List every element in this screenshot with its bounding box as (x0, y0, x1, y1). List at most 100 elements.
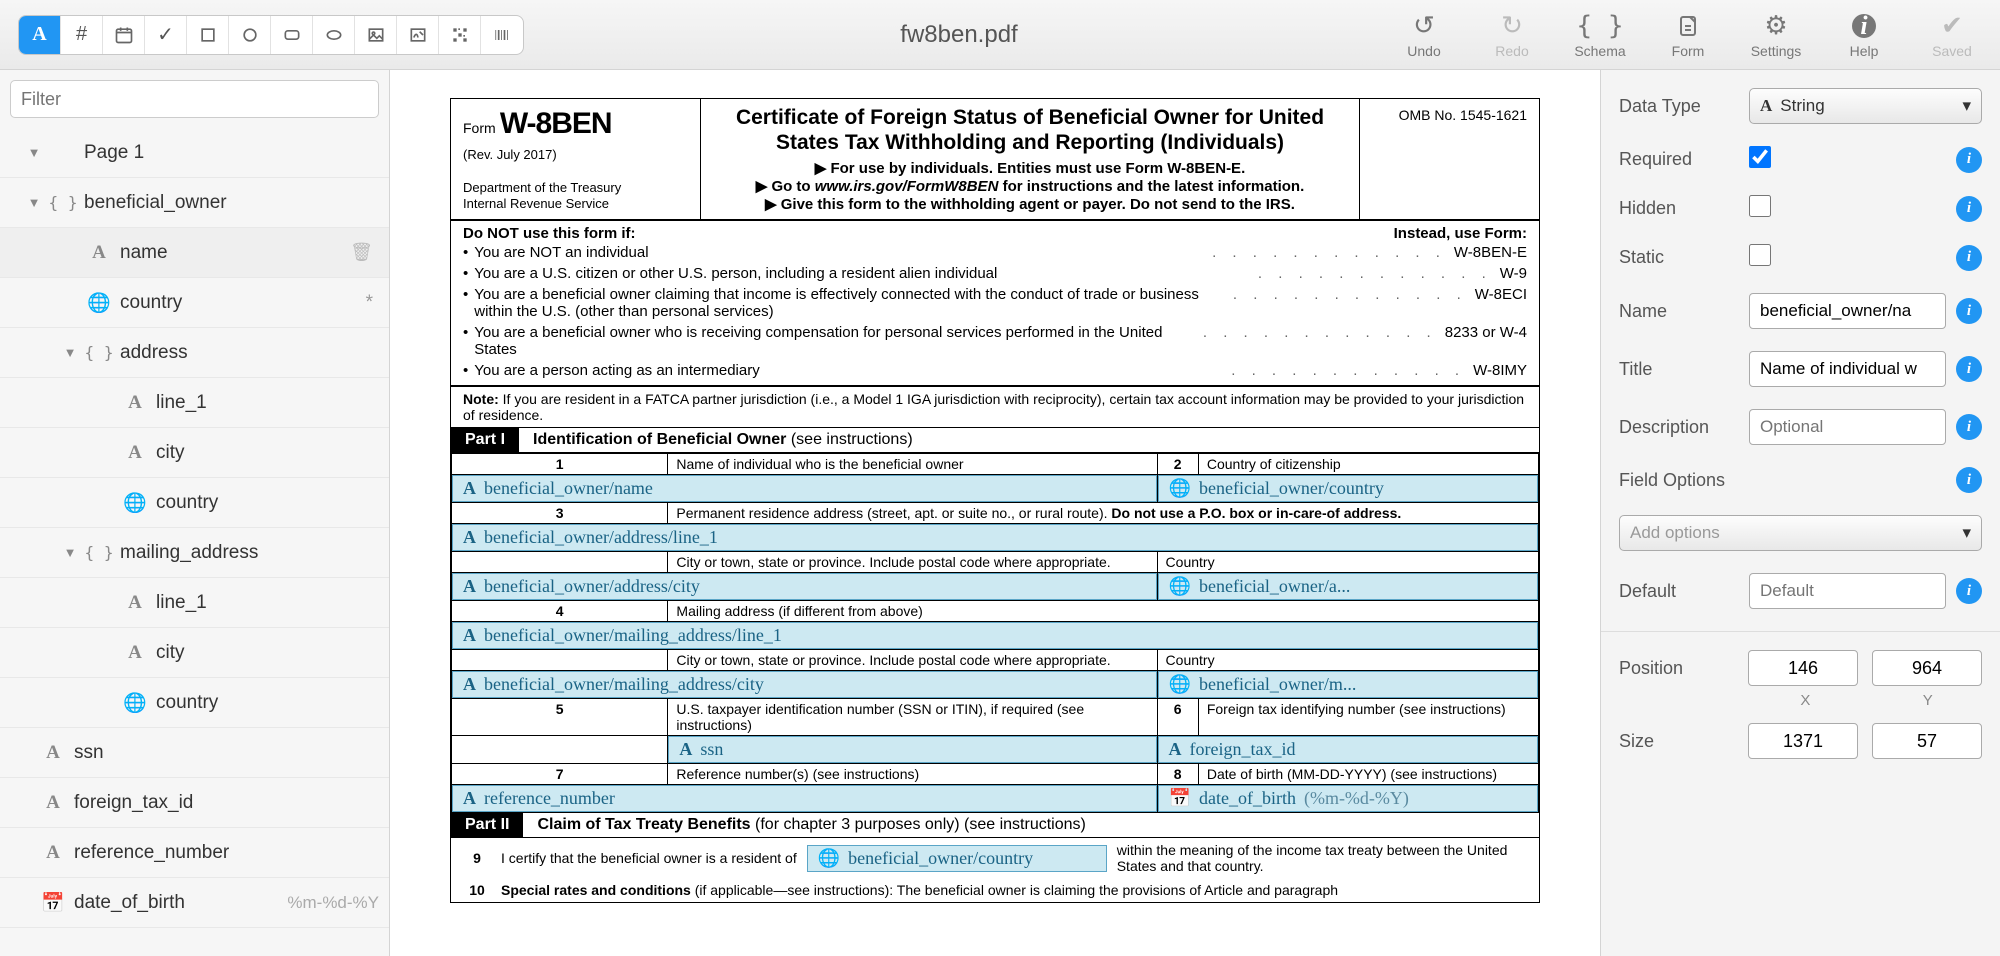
field-mail-city[interactable]: Abeneficial_owner/mailing_address/city (452, 671, 1157, 698)
tree-row-country[interactable]: 🌐country* (0, 278, 389, 328)
field-ssn[interactable]: Assn (668, 736, 1156, 763)
tree-row-name[interactable]: Aname🗑 (0, 228, 389, 278)
data-type-select[interactable]: AString▾ (1749, 88, 1982, 124)
default-input[interactable] (1749, 573, 1946, 609)
options-select[interactable]: Add options▾ (1619, 515, 1982, 551)
type-string-button[interactable]: A (19, 16, 61, 54)
tree-row-city[interactable]: Acity (0, 428, 389, 478)
data-type-label: Data Type (1619, 96, 1739, 117)
do-not-use-label: Do NOT use this form if: (463, 225, 636, 242)
static-checkbox[interactable] (1749, 244, 1771, 266)
hidden-checkbox[interactable] (1749, 195, 1771, 217)
tree-row-mailing_address[interactable]: ▼mailing_address (0, 528, 389, 578)
info-icon[interactable]: i (1956, 298, 1982, 324)
filter-input[interactable] (10, 80, 379, 118)
tree-row-address[interactable]: ▼address (0, 328, 389, 378)
form-dept: Department of the TreasuryInternal Reven… (463, 180, 688, 211)
info-icon[interactable]: i (1956, 414, 1982, 440)
undo-button[interactable]: ↺Undo (1394, 11, 1454, 59)
pos-y-input[interactable] (1872, 650, 1982, 686)
field-ref[interactable]: Areference_number (452, 785, 1157, 812)
tree-row-ssn[interactable]: Assn (0, 728, 389, 778)
tree-row-line_1[interactable]: Aline_1 (0, 578, 389, 628)
tree-row-date_of_birth[interactable]: 📅date_of_birth%m-%d-%Y (0, 878, 389, 928)
form-preview: Form W-8BEN (Rev. July 2017) Department … (450, 98, 1540, 903)
field-name[interactable]: Abeneficial_owner/name (452, 475, 1157, 502)
size-h-input[interactable] (1872, 723, 1982, 759)
field-addr-line1[interactable]: Abeneficial_owner/address/line_1 (452, 524, 1538, 551)
string-icon: A (463, 576, 476, 597)
form-sub2: ▶ Go to www.irs.gov/FormW8BEN for instru… (711, 177, 1349, 195)
note-block: Note: If you are resident in a FATCA par… (451, 387, 1539, 428)
string-icon: A (1169, 739, 1182, 760)
type-image-button[interactable] (355, 16, 397, 54)
tree-row-reference_number[interactable]: Areference_number (0, 828, 389, 878)
info-icon[interactable]: i (1956, 356, 1982, 382)
info-icon[interactable]: i (1956, 245, 1982, 271)
tree-row-country[interactable]: 🌐country (0, 678, 389, 728)
help-button[interactable]: iHelp (1834, 11, 1894, 59)
info-icon[interactable]: i (1956, 467, 1982, 493)
required-checkbox[interactable] (1749, 146, 1771, 168)
field-dob[interactable]: 📅date_of_birth (%m-%d-%Y) (1158, 785, 1538, 812)
type-square-button[interactable] (187, 16, 229, 54)
document-canvas[interactable]: Form W-8BEN (Rev. July 2017) Department … (390, 70, 1600, 956)
tree-row-foreign_tax_id[interactable]: Aforeign_tax_id (0, 778, 389, 828)
type-check-button[interactable]: ✓ (145, 16, 187, 54)
tree-row-Page 1[interactable]: ▼Page 1 (0, 128, 389, 178)
tree-row-city[interactable]: Acity (0, 628, 389, 678)
string-icon: A (679, 739, 692, 760)
type-ellipse-button[interactable] (313, 16, 355, 54)
field-addr-country[interactable]: 🌐beneficial_owner/a... (1158, 573, 1538, 600)
type-circle-button[interactable] (229, 16, 271, 54)
title-input[interactable] (1749, 351, 1946, 387)
type-rounded-button[interactable] (271, 16, 313, 54)
default-label: Default (1619, 581, 1739, 602)
barcode-icon (492, 25, 512, 45)
redo-button[interactable]: ↻Redo (1482, 11, 1542, 59)
schema-button[interactable]: { }Schema (1570, 11, 1630, 59)
name-input[interactable] (1749, 293, 1946, 329)
gear-icon: ⚙ (1764, 11, 1787, 41)
tree-row-line_1[interactable]: Aline_1 (0, 378, 389, 428)
tree-row-beneficial_owner[interactable]: ▼beneficial_owner (0, 178, 389, 228)
info-icon[interactable]: i (1956, 196, 1982, 222)
desc-input[interactable] (1749, 409, 1946, 445)
form-icon (1676, 11, 1700, 41)
pos-x-input[interactable] (1748, 650, 1858, 686)
field-addr-city[interactable]: Abeneficial_owner/address/city (452, 573, 1157, 600)
string-icon: A (463, 527, 476, 548)
string-icon: A (463, 478, 476, 499)
field-country[interactable]: 🌐beneficial_owner/country (1158, 475, 1538, 502)
form-button[interactable]: Form (1658, 11, 1718, 59)
chevron-down-icon: ▾ (1962, 96, 1971, 116)
field-mail-country[interactable]: 🌐beneficial_owner/m... (1158, 671, 1538, 698)
redo-icon: ↻ (1501, 11, 1523, 41)
info-icon[interactable]: i (1956, 578, 1982, 604)
type-qr-button[interactable] (439, 16, 481, 54)
field-type-toolbar: A # ✓ (18, 15, 524, 55)
field-bo-country2[interactable]: 🌐beneficial_owner/country (807, 845, 1107, 872)
type-date-button[interactable] (103, 16, 145, 54)
info-icon[interactable]: i (1956, 147, 1982, 173)
field-mail-line1[interactable]: Abeneficial_owner/mailing_address/line_1 (452, 622, 1538, 649)
row-10: 10 Special rates and conditions (if appl… (451, 878, 1539, 902)
omb-number: OMB No. 1545-1621 (1359, 99, 1539, 219)
tree-row-country[interactable]: 🌐country (0, 478, 389, 528)
type-number-button[interactable]: # (61, 16, 103, 54)
settings-button[interactable]: ⚙Settings (1746, 11, 1806, 59)
calendar-icon (114, 25, 134, 45)
image-icon (366, 25, 386, 45)
globe-icon: 🌐 (1169, 576, 1191, 597)
calendar-icon: 📅 (1169, 788, 1191, 809)
type-barcode-button[interactable] (481, 16, 523, 54)
form-sub1: ▶ For use by individuals. Entities must … (711, 159, 1349, 177)
document-title: fw8ben.pdf (524, 21, 1394, 49)
chevron-down-icon: ▾ (1962, 523, 1971, 543)
field-ftax[interactable]: Aforeign_tax_id (1158, 736, 1538, 763)
position-label: Position (1619, 658, 1734, 679)
type-signature-button[interactable] (397, 16, 439, 54)
size-w-input[interactable] (1748, 723, 1858, 759)
hidden-label: Hidden (1619, 198, 1739, 219)
trash-icon[interactable]: 🗑 (344, 242, 379, 263)
